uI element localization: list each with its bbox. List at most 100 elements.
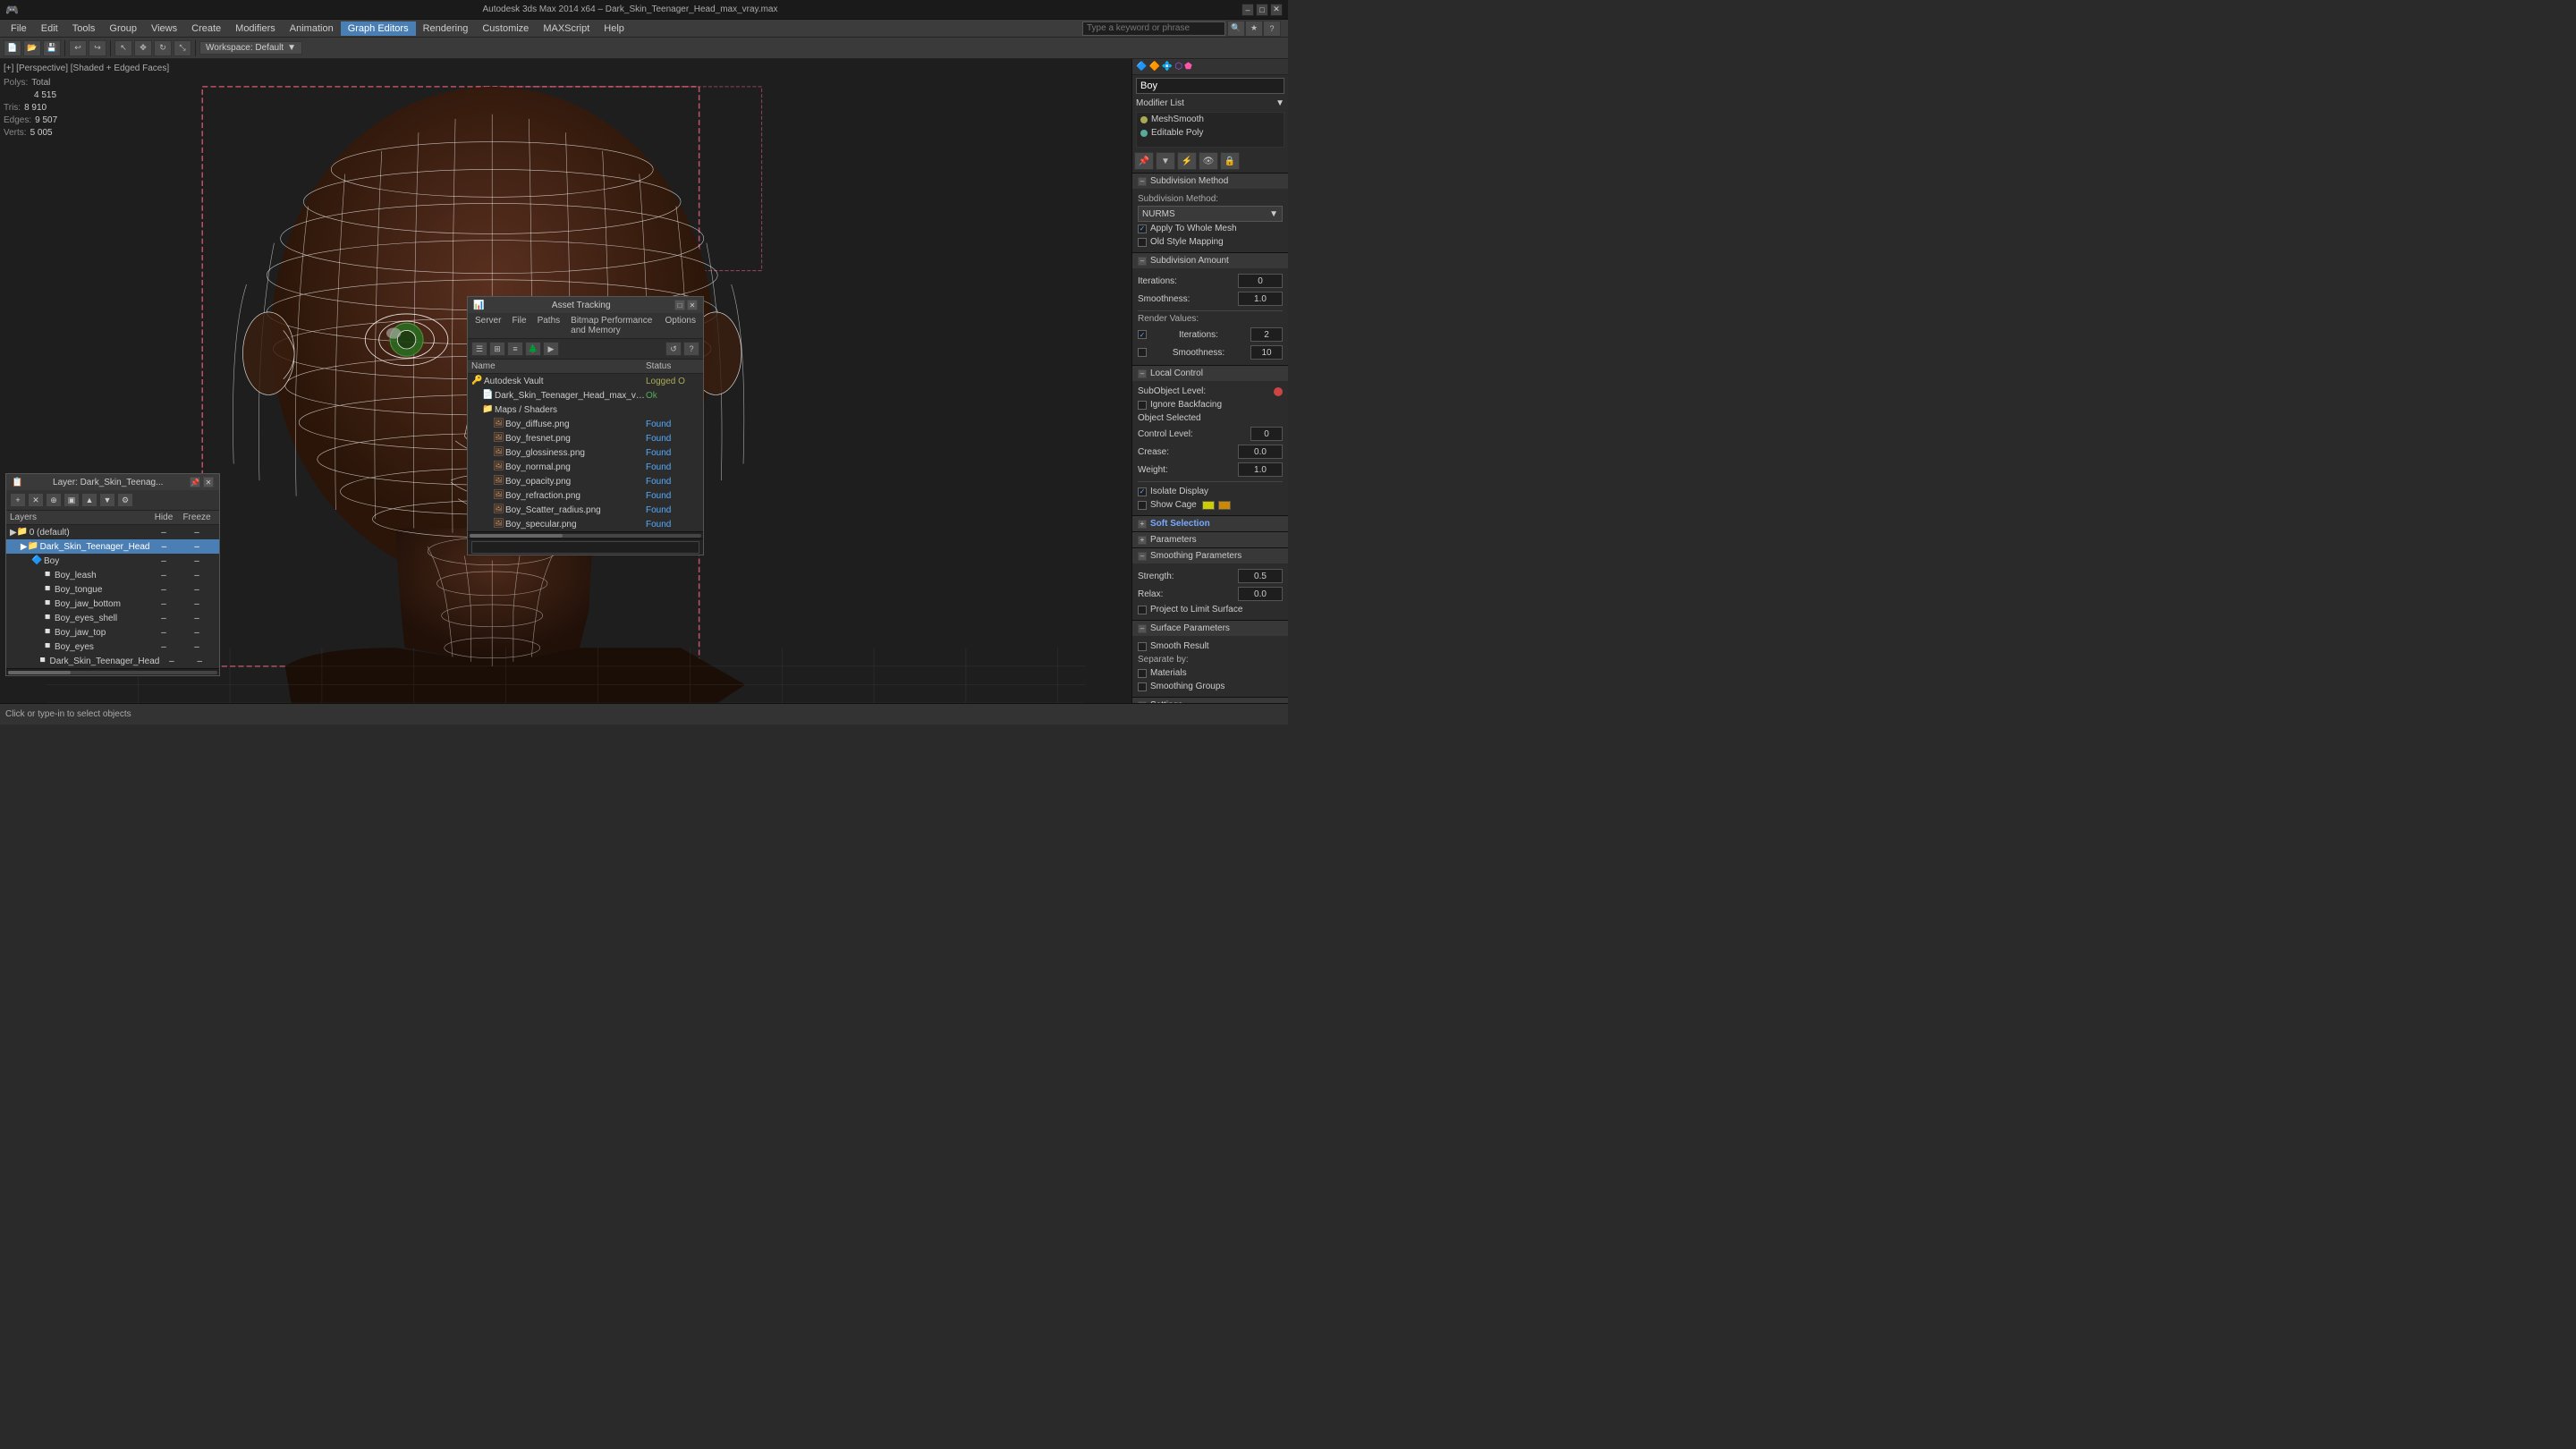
smoothing-parameters-collapse[interactable]: – <box>1138 552 1147 561</box>
crease-input[interactable] <box>1238 445 1283 459</box>
mod-funnel-button[interactable]: ▼ <box>1156 152 1175 170</box>
move-button[interactable]: ✥ <box>134 40 152 56</box>
asset-scroll-thumb[interactable] <box>470 534 563 538</box>
layer-freeze-default[interactable]: – <box>178 528 216 538</box>
new-button[interactable]: 📄 <box>4 40 21 56</box>
favorites-button[interactable]: ★ <box>1245 21 1263 37</box>
layer-item-boy-jaw-bottom[interactable]: ◽ Boy_jaw_bottom – – <box>6 597 219 611</box>
select-button[interactable]: ↖ <box>114 40 132 56</box>
asset-item-max-file[interactable]: 📄 Dark_Skin_Teenager_Head_max_vray.max O… <box>468 388 703 402</box>
asset-path-input[interactable] <box>471 541 699 554</box>
viewport[interactable]: [+] [Perspective] [Shaded + Edged Faces]… <box>0 59 1131 703</box>
layer-freeze-jaw-bottom[interactable]: – <box>178 599 216 609</box>
asset-btn-help[interactable]: ? <box>683 342 699 356</box>
layer-hide-eyes[interactable]: – <box>149 642 178 652</box>
asset-btn-play[interactable]: ▶ <box>543 342 559 356</box>
surface-parameters-header[interactable]: – Surface Parameters <box>1132 621 1288 636</box>
asset-panel-titlebar[interactable]: 📊 Asset Tracking □ ✕ <box>468 297 703 313</box>
smooth-result-checkbox[interactable] <box>1138 642 1147 651</box>
apply-whole-mesh-checkbox[interactable] <box>1138 225 1147 233</box>
workspace-selector[interactable]: Workspace: Default ▼ <box>199 41 302 55</box>
layer-freeze-leash[interactable]: – <box>178 571 216 580</box>
layer-item-boy[interactable]: 🔷 Boy – – <box>6 554 219 568</box>
mod-lock-button[interactable]: 🔒 <box>1220 152 1240 170</box>
render-smoothness-checkbox[interactable] <box>1138 348 1147 357</box>
soft-selection-collapse[interactable]: + <box>1138 520 1147 529</box>
asset-panel-controls[interactable]: □ ✕ <box>674 300 698 310</box>
asset-btn-detail[interactable]: ≡ <box>507 342 523 356</box>
scale-button[interactable]: ⤡ <box>174 40 191 56</box>
weight-input[interactable] <box>1238 462 1283 477</box>
open-button[interactable]: 📂 <box>23 40 41 56</box>
isolate-display-checkbox[interactable] <box>1138 487 1147 496</box>
asset-scrollbar[interactable] <box>468 531 703 538</box>
undo-button[interactable]: ↩ <box>69 40 87 56</box>
menu-edit[interactable]: Edit <box>34 21 65 36</box>
soft-selection-header[interactable]: + Soft Selection <box>1132 516 1288 531</box>
layer-item-boy-eyes-shell[interactable]: ◽ Boy_eyes_shell – – <box>6 611 219 625</box>
window-controls[interactable]: – □ ✕ <box>1241 4 1283 16</box>
layer-hide-boy[interactable]: – <box>149 556 178 566</box>
modifier-meshsmooth[interactable]: MeshSmooth <box>1137 113 1284 126</box>
method-dropdown[interactable]: NURMS ▼ <box>1138 206 1283 222</box>
settings-collapse[interactable]: + <box>1138 701 1147 704</box>
layer-move-up-button[interactable]: ▲ <box>81 493 97 507</box>
layer-item-boy-eyes[interactable]: ◽ Boy_eyes – – <box>6 640 219 654</box>
layer-freeze-dark-skin[interactable]: – <box>178 542 216 552</box>
layer-hide-tongue[interactable]: – <box>149 585 178 595</box>
parameters-header[interactable]: + Parameters <box>1132 532 1288 547</box>
render-iterations-input[interactable] <box>1250 327 1283 342</box>
show-cage-swatch-2[interactable] <box>1218 501 1231 510</box>
asset-item-refraction[interactable]: 🖼 Boy_refraction.png Found <box>468 488 703 503</box>
menu-create[interactable]: Create <box>184 21 228 36</box>
layer-hide-dark-skin[interactable]: – <box>149 542 178 552</box>
project-to-limit-checkbox[interactable] <box>1138 606 1147 614</box>
control-level-input[interactable] <box>1250 427 1283 441</box>
layer-panel-controls[interactable]: 📌 ✕ <box>190 477 214 487</box>
rotate-button[interactable]: ↻ <box>154 40 172 56</box>
asset-item-scatter[interactable]: 🖼 Boy_Scatter_radius.png Found <box>468 503 703 517</box>
subdivision-method-header[interactable]: – Subdivision Method <box>1132 174 1288 189</box>
iterations-input[interactable] <box>1238 274 1283 288</box>
menu-modifiers[interactable]: Modifiers <box>228 21 283 36</box>
asset-item-fresnet[interactable]: 🖼 Boy_fresnet.png Found <box>468 431 703 445</box>
help-button[interactable]: ? <box>1263 21 1281 37</box>
maximize-button[interactable]: □ <box>1256 4 1268 16</box>
asset-btn-list[interactable]: ☰ <box>471 342 487 356</box>
asset-item-specular[interactable]: 🖼 Boy_specular.png Found <box>468 517 703 531</box>
parameters-collapse[interactable]: + <box>1138 536 1147 545</box>
render-iterations-checkbox[interactable] <box>1138 330 1147 339</box>
layer-hide-jaw-top[interactable]: – <box>149 628 178 638</box>
render-smoothness-input[interactable] <box>1250 345 1283 360</box>
layer-hide-jaw-bottom[interactable]: – <box>149 599 178 609</box>
menu-rendering[interactable]: Rendering <box>416 21 476 36</box>
layer-freeze-tongue[interactable]: – <box>178 585 216 595</box>
layer-delete-button[interactable]: ✕ <box>28 493 44 507</box>
layer-hide-leash[interactable]: – <box>149 571 178 580</box>
mod-show-button[interactable]: 👁 <box>1199 152 1218 170</box>
subdivision-amount-header[interactable]: – Subdivision Amount <box>1132 253 1288 268</box>
close-button[interactable]: ✕ <box>1270 4 1283 16</box>
asset-pin-button[interactable]: □ <box>674 300 685 310</box>
layer-settings-button[interactable]: ⚙ <box>117 493 133 507</box>
menu-group[interactable]: Group <box>102 21 144 36</box>
save-button[interactable]: 💾 <box>43 40 61 56</box>
old-style-mapping-checkbox[interactable] <box>1138 238 1147 247</box>
relax-input[interactable] <box>1238 587 1283 601</box>
smoothness-input[interactable] <box>1238 292 1283 306</box>
asset-btn-refresh[interactable]: ↺ <box>665 342 682 356</box>
help-search-input[interactable] <box>1082 21 1225 36</box>
layer-scrollbar[interactable] <box>6 668 219 675</box>
modifier-editable-poly[interactable]: Editable Poly <box>1137 126 1284 140</box>
layer-item-default[interactable]: ▶ 📁 0 (default) – – <box>6 525 219 539</box>
layer-hide-eyes-shell[interactable]: – <box>149 614 178 623</box>
menu-maxscript[interactable]: MAXScript <box>536 21 597 36</box>
layer-hide-default[interactable]: – <box>149 528 178 538</box>
asset-item-maps[interactable]: 📁 Maps / Shaders <box>468 402 703 417</box>
asset-menu-file[interactable]: File <box>508 315 530 336</box>
asset-item-diffuse[interactable]: 🖼 Boy_diffuse.png Found <box>468 417 703 431</box>
layer-plus-button[interactable]: ⊕ <box>46 493 62 507</box>
asset-menu-paths[interactable]: Paths <box>534 315 564 336</box>
layer-item-boy-jaw-top[interactable]: ◽ Boy_jaw_top – – <box>6 625 219 640</box>
local-control-collapse[interactable]: – <box>1138 369 1147 378</box>
